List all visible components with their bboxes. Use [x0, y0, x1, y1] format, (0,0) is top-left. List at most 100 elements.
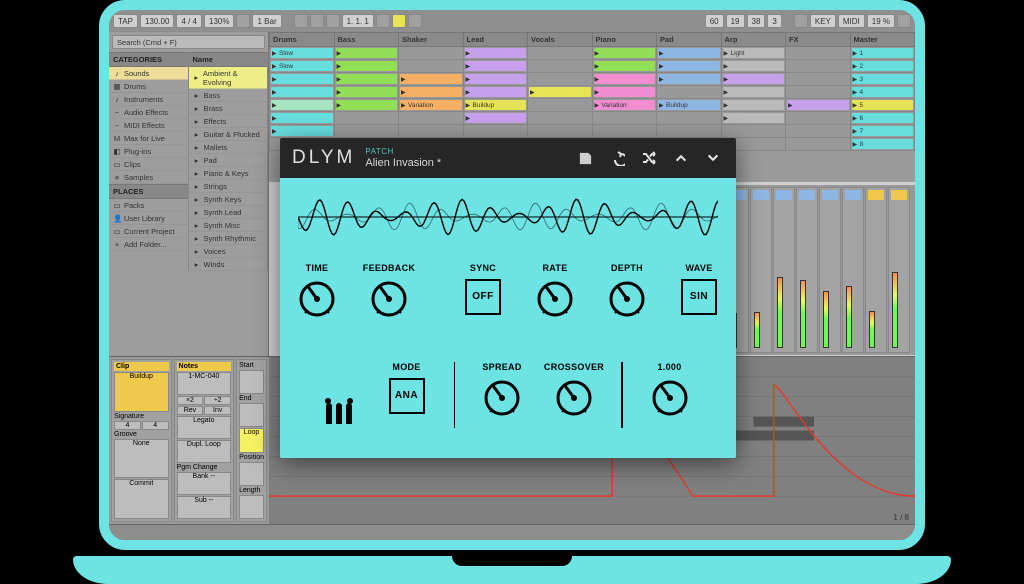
mixer-strip[interactable]	[773, 187, 795, 353]
clip-slot[interactable]	[334, 99, 399, 112]
clip-slot[interactable]	[528, 60, 593, 73]
clip-slot[interactable]	[592, 47, 657, 60]
browser-item[interactable]: ▸Synth Misc	[189, 219, 268, 232]
clip-slot[interactable]	[721, 73, 786, 86]
rate-knob[interactable]	[535, 279, 575, 319]
clip-slot[interactable]	[786, 86, 851, 99]
clip-slot[interactable]: 1	[850, 47, 915, 60]
browser-item[interactable]: ▸Bass	[189, 89, 268, 102]
reenable-automation[interactable]	[408, 14, 422, 28]
next-patch-icon[interactable]	[702, 147, 724, 169]
sig-den[interactable]: 4	[142, 421, 169, 430]
clip-slot[interactable]	[657, 60, 722, 73]
clip-slot[interactable]	[657, 86, 722, 99]
zoom-level[interactable]: 130%	[204, 14, 234, 28]
clip-slot[interactable]	[528, 99, 593, 112]
clip-slot[interactable]	[399, 47, 464, 60]
patch-name[interactable]: Alien Invasion *	[365, 158, 441, 169]
browser-item[interactable]: ▸Pad	[189, 154, 268, 167]
browser-item[interactable]: +Add Folder...	[109, 238, 188, 251]
track-header[interactable]: FX	[786, 33, 851, 47]
clip-slot[interactable]	[334, 60, 399, 73]
clip-slot[interactable]	[528, 112, 593, 125]
browser-item[interactable]: 👤User Library	[109, 212, 188, 225]
clip-slot[interactable]	[334, 73, 399, 86]
search-input[interactable]: Search (Cmd + F)	[112, 35, 265, 49]
automation-arm[interactable]	[392, 14, 406, 28]
browser-item[interactable]: ≡Samples	[109, 171, 188, 184]
clip-slot[interactable]	[721, 125, 786, 138]
clip-slot[interactable]	[528, 86, 593, 99]
clip-slot[interactable]	[399, 73, 464, 86]
browser-item[interactable]: ▸Winds	[189, 258, 268, 271]
mode-button[interactable]: ANA	[389, 378, 425, 414]
clip-slot[interactable]	[786, 125, 851, 138]
browser-item[interactable]: ▸Piano & Keys	[189, 167, 268, 180]
mixer-strip[interactable]	[819, 187, 841, 353]
track-header[interactable]: Arp	[721, 33, 786, 47]
prev-patch-icon[interactable]	[670, 147, 692, 169]
clip-slot[interactable]	[592, 60, 657, 73]
clip-slot[interactable]	[463, 112, 528, 125]
clip-slot[interactable]	[721, 112, 786, 125]
position-field[interactable]	[239, 462, 264, 486]
clip-slot[interactable]: Slow	[270, 60, 335, 73]
loop-mid[interactable]: 19	[726, 14, 745, 28]
bar-position[interactable]: 1. 1. 1	[342, 14, 374, 28]
clip-slot[interactable]	[657, 125, 722, 138]
start-field[interactable]	[239, 370, 264, 394]
clip-slot[interactable]	[334, 47, 399, 60]
browser-item[interactable]: ▭Current Project	[109, 225, 188, 238]
random-icon[interactable]	[638, 147, 660, 169]
save-icon[interactable]	[574, 147, 596, 169]
reverse-button[interactable]: Rev	[177, 406, 204, 415]
clip-slot[interactable]	[463, 73, 528, 86]
undo-icon[interactable]	[606, 147, 628, 169]
clip-slot[interactable]: 8	[850, 138, 915, 151]
browser-item[interactable]: ▭Clips	[109, 158, 188, 171]
clip-slot[interactable]: Slow	[270, 47, 335, 60]
clip-slot[interactable]: 5	[850, 99, 915, 112]
clip-slot[interactable]	[592, 73, 657, 86]
clip-slot[interactable]	[657, 112, 722, 125]
end-field[interactable]	[239, 403, 264, 427]
clip-slot[interactable]	[399, 112, 464, 125]
clip-slot[interactable]	[592, 86, 657, 99]
sync-button[interactable]: OFF	[465, 279, 501, 315]
track-header[interactable]: Piano	[592, 33, 657, 47]
clip-slot[interactable]	[657, 73, 722, 86]
clip-slot[interactable]	[399, 125, 464, 138]
loop-toggle[interactable]: Loop	[239, 428, 264, 452]
browser-item[interactable]: ♪Instruments	[109, 93, 188, 106]
clip-slot[interactable]	[786, 73, 851, 86]
clip-slot[interactable]	[721, 86, 786, 99]
mixer-strip[interactable]	[842, 187, 864, 353]
wave-button[interactable]: SIN	[681, 279, 717, 315]
clip-slot[interactable]	[786, 60, 851, 73]
bpm-display[interactable]: 130.00	[140, 14, 174, 28]
browser-item[interactable]: ▸Brass	[189, 102, 268, 115]
clip-slot[interactable]	[786, 47, 851, 60]
groove-select[interactable]: None	[114, 439, 169, 479]
track-header[interactable]: Drums	[270, 33, 335, 47]
browser-item[interactable]: ▸Guitar & Plucked	[189, 128, 268, 141]
spread-knob[interactable]	[482, 378, 522, 418]
length-field[interactable]	[239, 495, 264, 519]
clip-slot[interactable]: Buildup	[657, 99, 722, 112]
browser-item[interactable]: ▸Strings	[189, 180, 268, 193]
browser-item[interactable]: ▦Drums	[109, 80, 188, 93]
track-header[interactable]: Pad	[657, 33, 722, 47]
record-button[interactable]	[326, 14, 340, 28]
feedback-knob[interactable]	[369, 279, 409, 319]
time-signature[interactable]: 4 / 4	[176, 14, 202, 28]
clip-slot[interactable]: Variation	[399, 99, 464, 112]
clip-slot[interactable]	[528, 125, 593, 138]
clip-slot[interactable]: 2	[850, 60, 915, 73]
metronome-button[interactable]	[236, 14, 250, 28]
clip-slot[interactable]	[399, 86, 464, 99]
browser-item[interactable]: ♪Sounds	[109, 67, 188, 80]
clip-slot[interactable]	[334, 125, 399, 138]
clip-slot[interactable]	[463, 47, 528, 60]
clip-name[interactable]: Buildup	[114, 372, 169, 412]
track-header[interactable]: Vocals	[528, 33, 593, 47]
